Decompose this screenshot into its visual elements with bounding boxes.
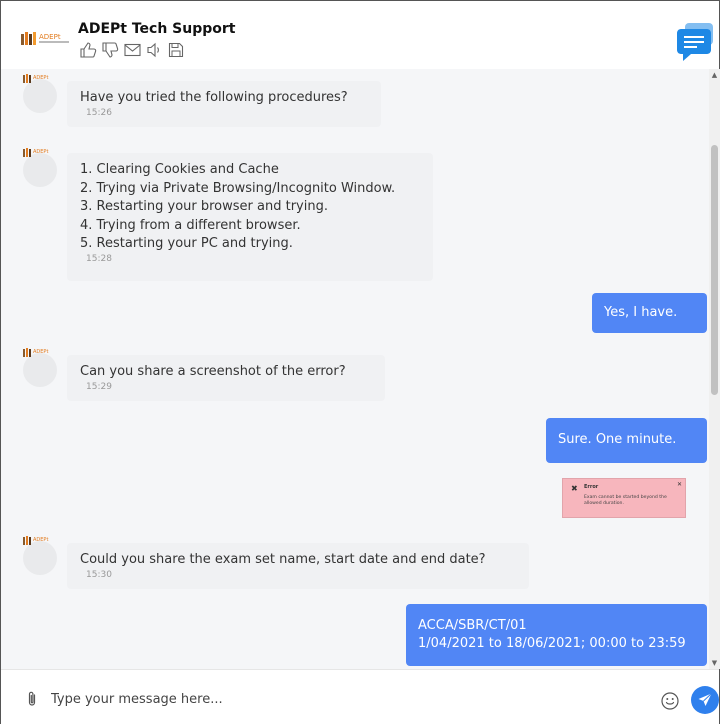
chat-title: ADEPt Tech Support [78,21,236,37]
message-input[interactable] [51,688,611,710]
scroll-down-arrow[interactable]: ▼ [711,659,718,667]
message-text: Could you share the exam set name, start… [80,552,486,567]
chat-bubble-icon[interactable] [677,23,713,63]
chat-header: ADEPt ADEPt Tech Support [1,1,719,69]
agent-avatar: ADEPt [23,74,57,113]
adept-logo: ADEPt [21,32,69,45]
adept-logo-small: ADEPt [23,348,48,357]
message-time: 15:26 [86,107,112,118]
user-message: Yes, I have. [592,293,707,333]
agent-message: Have you tried the following procedures?… [67,81,381,127]
error-close-icon: ✕ [677,481,683,488]
svg-text:ADEPt: ADEPt [33,149,48,155]
svg-text:ADEPt: ADEPt [33,537,48,543]
save-icon[interactable] [166,41,186,59]
error-message: Exam cannot be started beyond the allowe… [584,495,667,506]
message-line: ACCA/SBR/CT/01 [418,617,527,633]
send-icon [698,693,712,706]
composer [1,669,719,724]
header-toolbar [78,41,186,59]
user-message: Sure. One minute. [546,418,707,463]
message-text: Have you tried the following procedures? [80,90,348,105]
svg-text:ADEPt: ADEPt [39,33,61,41]
agent-message: Can you share a screenshot of the error?… [67,355,385,401]
agent-message: 1. Clearing Cookies and Cache 2. Trying … [67,153,433,281]
adept-logo-small: ADEPt [23,536,48,545]
message-time: 15:29 [86,381,112,392]
message-text: Yes, I have. [604,304,678,320]
user-message: ACCA/SBR/CT/01 1/04/2021 to 18/06/2021; … [406,604,707,666]
thumbs-up-icon[interactable] [78,41,98,59]
message-line: 1. Clearing Cookies and Cache [80,162,279,177]
paperclip-icon[interactable] [25,690,39,708]
scroll-up-arrow[interactable]: ▲ [711,71,718,79]
adept-logo-small: ADEPt [23,148,48,157]
thumbs-down-icon[interactable] [100,41,120,59]
adept-logo-small: ADEPt [23,74,48,83]
message-time: 15:28 [86,253,112,264]
agent-avatar: ADEPt [23,148,57,187]
error-title: Error [584,484,599,490]
message-time: 15:30 [86,569,112,580]
speaker-icon[interactable] [144,41,164,59]
svg-text:ADEPt: ADEPt [33,349,48,355]
message-scrollbar[interactable]: ▲ ▼ [709,69,720,669]
message-line: 3. Restarting your browser and trying. [80,199,328,214]
mail-icon[interactable] [122,41,142,59]
agent-message: Could you share the exam set name, start… [67,543,529,589]
error-x-icon: ✖ [571,484,578,493]
error-screenshot-attachment[interactable]: ✖ Error Exam cannot be started beyond th… [562,478,686,518]
message-line: 2. Trying via Private Browsing/Incognito… [80,180,396,196]
agent-avatar: ADEPt [23,536,57,575]
agent-avatar: ADEPt [23,348,57,387]
message-line: 4. Trying from a different browser. [80,217,301,233]
svg-text:ADEPt: ADEPt [33,75,48,81]
message-text: Sure. One minute. [558,432,677,448]
message-line: 5. Restarting your PC and trying. [80,236,293,251]
message-line: 1/04/2021 to 18/06/2021; 00:00 to 23:59 [418,636,686,651]
chat-window: ADEPt ADEPt Tech Support ADEPt Have you … [0,0,720,724]
send-button[interactable] [691,686,719,714]
message-list: ADEPt Have you tried the following proce… [1,69,709,669]
emoji-icon[interactable] [661,692,679,710]
scroll-thumb[interactable] [711,145,718,395]
message-text: Can you share a screenshot of the error? [80,364,346,379]
